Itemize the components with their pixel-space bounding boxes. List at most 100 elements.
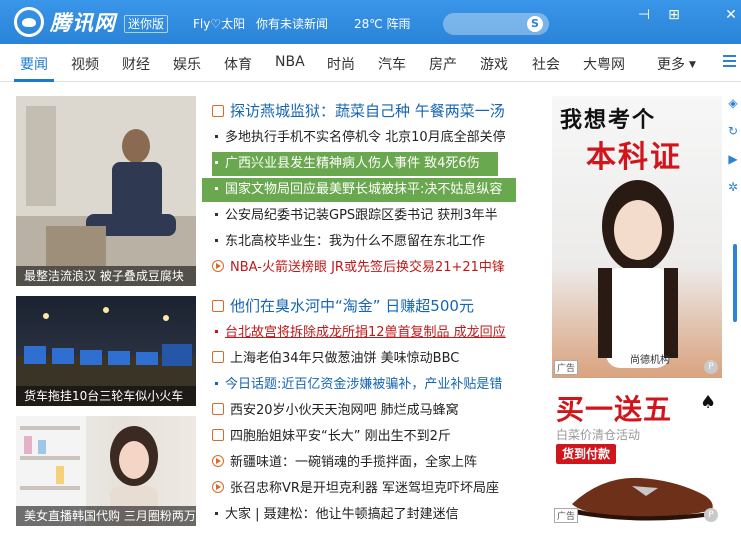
unread-news-link[interactable]: 你有未读新闻 bbox=[256, 15, 328, 32]
news-item-link[interactable]: 四胞胎姐妹平安“长大” 刚出生不到2斤 bbox=[212, 425, 451, 449]
menu-icon[interactable] bbox=[723, 55, 736, 67]
news-item-text: 大家 | 聂建松：他让牛顿搞起了封建迷信 bbox=[225, 507, 459, 522]
news-item-link[interactable]: 西安20岁小伙天天泡网吧 肺烂成马蜂窝 bbox=[212, 399, 459, 423]
logo-text: 腾讯网 bbox=[50, 11, 116, 35]
edition-badge: 迷你版 bbox=[124, 15, 169, 33]
pinterest-icon[interactable]: P bbox=[704, 508, 718, 522]
news-item-text: 西安20岁小伙天天泡网吧 肺烂成马蜂窝 bbox=[230, 403, 459, 418]
headline-link[interactable]: 探访燕城监狱：蔬菜自己种 午餐两菜一汤 bbox=[212, 100, 505, 121]
news-item-text: 东北高校毕业生：我为什么不愿留在东北工作 bbox=[225, 234, 486, 249]
ad-headline: 买一送五 bbox=[556, 393, 673, 426]
news-item-link[interactable]: 台北故宫将拆除成龙所捐12兽首复制品 成龙回应 bbox=[212, 321, 506, 345]
tab-fashion[interactable]: 时尚 bbox=[327, 54, 355, 74]
tab-games[interactable]: 游戏 bbox=[480, 54, 508, 74]
search-input[interactable] bbox=[443, 13, 523, 35]
bullet-icon bbox=[215, 512, 218, 515]
search-box: S bbox=[443, 13, 549, 35]
pin-window-button[interactable]: ⊣ bbox=[634, 6, 654, 24]
more-menu[interactable]: 更多 ▼ bbox=[657, 54, 696, 74]
photo-gallery-icon bbox=[212, 105, 224, 117]
play-icon[interactable]: ▶ bbox=[726, 152, 740, 166]
news-item-link[interactable]: 张召忠称VR是开坦克利器 军迷驾坦克吓坏局座 bbox=[212, 477, 499, 501]
photo-caption: 美女直播韩国代购 三月圈粉两万 bbox=[16, 506, 196, 526]
photo-homeless-man[interactable]: 最整洁流浪汉 被子叠成豆腐块 bbox=[16, 96, 196, 286]
video-news-link[interactable]: NBA-火箭送榜眼 JR或先签后换交易21+21中锋 bbox=[212, 256, 505, 280]
homeless-man-image bbox=[16, 96, 196, 286]
news-item-text: 国家文物局回应最美野长城被抹平:决不姑息纵容 bbox=[225, 182, 503, 197]
shield-icon[interactable]: ◈ bbox=[726, 96, 740, 110]
bullet-icon bbox=[215, 187, 218, 190]
ad-subtitle: 白菜价清仓活动 bbox=[556, 428, 641, 442]
ad-label: 广告 bbox=[554, 508, 579, 523]
maximize-button[interactable]: ⊞ bbox=[664, 6, 684, 24]
headline-text: 探访燕城监狱：蔬菜自己种 午餐两菜一汤 bbox=[230, 102, 505, 120]
tab-news[interactable]: 要闻 bbox=[20, 54, 48, 74]
tab-nba[interactable]: NBA bbox=[275, 54, 305, 70]
tab-house[interactable]: 房产 bbox=[429, 54, 457, 74]
ad-brand: 尚德机构 bbox=[630, 355, 670, 366]
photo-gallery-icon bbox=[212, 351, 224, 363]
news-item-link[interactable]: 今日话题:近百亿资金涉嫌被骗补，产业补贴是错 bbox=[212, 373, 502, 397]
search-icon[interactable]: S bbox=[527, 16, 543, 32]
tab-dayue[interactable]: 大粤网 bbox=[583, 54, 625, 74]
pinterest-icon[interactable]: P bbox=[704, 360, 718, 374]
news-item-text: 新疆味道：一碗销魂的手揽拌面，全家上阵 bbox=[230, 455, 478, 470]
video-play-icon bbox=[212, 455, 224, 467]
title-bar: 腾讯网 迷你版 Fly♡太阳 你有未读新闻 28℃ 阵雨 S ⊣ ⊞ ✕ bbox=[0, 0, 741, 44]
shoe-image bbox=[572, 477, 713, 521]
photo-caption: 最整洁流浪汉 被子叠成豆腐块 bbox=[16, 266, 196, 286]
photo-gallery-icon bbox=[212, 403, 224, 415]
news-item-link-selected[interactable]: 国家文物局回应最美野长城被抹平:决不姑息纵容 bbox=[202, 178, 516, 202]
photo-caption: 货车拖挂10台三轮车似小火车 bbox=[16, 386, 196, 406]
news-item-link-selected[interactable]: 广西兴业县发生精神病人伤人事件 致4死6伤 bbox=[212, 152, 498, 176]
news-item-link[interactable]: 公安局纪委书记装GPS跟踪区委书记 获刑3年半 bbox=[212, 204, 498, 228]
tencent-logo[interactable]: 腾讯网 bbox=[14, 7, 116, 37]
chevron-down-icon: ▼ bbox=[689, 60, 696, 70]
photo-gallery-icon bbox=[212, 429, 224, 441]
user-name[interactable]: Fly♡太阳 bbox=[193, 15, 245, 32]
photo-gallery-icon bbox=[212, 300, 224, 312]
ad-banner-degree[interactable]: 我想考个 本科证 广告 尚德机构 P bbox=[552, 96, 722, 378]
bullet-icon bbox=[215, 213, 218, 216]
weather-text[interactable]: 28℃ 阵雨 bbox=[354, 15, 411, 32]
tab-auto[interactable]: 汽车 bbox=[378, 54, 406, 74]
tab-finance[interactable]: 财经 bbox=[122, 54, 150, 74]
headline-link[interactable]: 他们在臭水河中“淘金” 日赚超500元 bbox=[212, 295, 474, 316]
category-nav: 要闻 视频 财经 娱乐 体育 NBA 时尚 汽车 房产 游戏 社会 大粤网 更多… bbox=[0, 44, 741, 82]
close-button[interactable]: ✕ bbox=[721, 6, 741, 24]
video-play-icon bbox=[212, 260, 224, 272]
news-item-text: NBA-火箭送榜眼 JR或先签后换交易21+21中锋 bbox=[230, 260, 505, 275]
photo-tricycle-train[interactable]: 货车拖挂10台三轮车似小火车 bbox=[16, 296, 196, 406]
news-item-text: 张召忠称VR是开坦克利器 军迷驾坦克吓坏局座 bbox=[230, 481, 500, 496]
ad-headline: 我想考个 bbox=[560, 108, 657, 133]
tab-sports[interactable]: 体育 bbox=[224, 54, 252, 74]
tab-video[interactable]: 视频 bbox=[71, 54, 99, 74]
bullet-icon bbox=[215, 161, 218, 164]
ad-headline-emphasis: 本科证 bbox=[586, 140, 682, 175]
ad-banner-shoes[interactable]: 买一送五 ♠ 白菜价清仓活动 货到付款 广告 P bbox=[552, 386, 722, 526]
scrollbar-thumb[interactable] bbox=[733, 244, 737, 322]
ad-label: 广告 bbox=[554, 360, 579, 375]
news-item-text: 今日话题:近百亿资金涉嫌被骗补，产业补贴是错 bbox=[225, 377, 503, 392]
news-item-link[interactable]: 上海老伯34年只做葱油饼 美味惊动BBC bbox=[212, 347, 459, 371]
bullet-icon bbox=[215, 239, 218, 242]
photo-livestream-girl[interactable]: 美女直播韩国代购 三月圈粉两万 bbox=[16, 416, 196, 526]
news-item-text: 公安局纪委书记装GPS跟踪区委书记 获刑3年半 bbox=[225, 208, 498, 223]
headline-text: 他们在臭水河中“淘金” 日赚超500元 bbox=[230, 297, 474, 315]
news-item-text: 四胞胎姐妹平安“长大” 刚出生不到2斤 bbox=[230, 429, 451, 444]
refresh-icon[interactable]: ↻ bbox=[726, 124, 740, 138]
settings-icon[interactable]: ✲ bbox=[726, 180, 740, 194]
news-item-text: 台北故宫将拆除成龙所捐12兽首复制品 成龙回应 bbox=[225, 325, 506, 340]
news-item-link[interactable]: 新疆味道：一碗销魂的手揽拌面，全家上阵 bbox=[212, 451, 477, 475]
news-item-link[interactable]: 大家 | 聂建松：他让牛顿搞起了封建迷信 bbox=[212, 503, 459, 527]
news-item-link[interactable]: 多地执行手机不实名停机令 北京10月底全部关停 bbox=[212, 126, 506, 150]
news-item-link[interactable]: 东北高校毕业生：我为什么不愿留在东北工作 bbox=[212, 230, 485, 254]
bullet-icon bbox=[215, 330, 218, 333]
tencent-logo-icon bbox=[14, 7, 44, 37]
tab-society[interactable]: 社会 bbox=[532, 54, 560, 74]
playboy-bunny-icon: ♠ bbox=[700, 392, 717, 413]
tab-entertainment[interactable]: 娱乐 bbox=[173, 54, 201, 74]
active-tab-underline bbox=[14, 79, 54, 82]
news-item-text: 上海老伯34年只做葱油饼 美味惊动BBC bbox=[230, 351, 460, 366]
news-item-text: 广西兴业县发生精神病人伤人事件 致4死6伤 bbox=[225, 156, 480, 171]
